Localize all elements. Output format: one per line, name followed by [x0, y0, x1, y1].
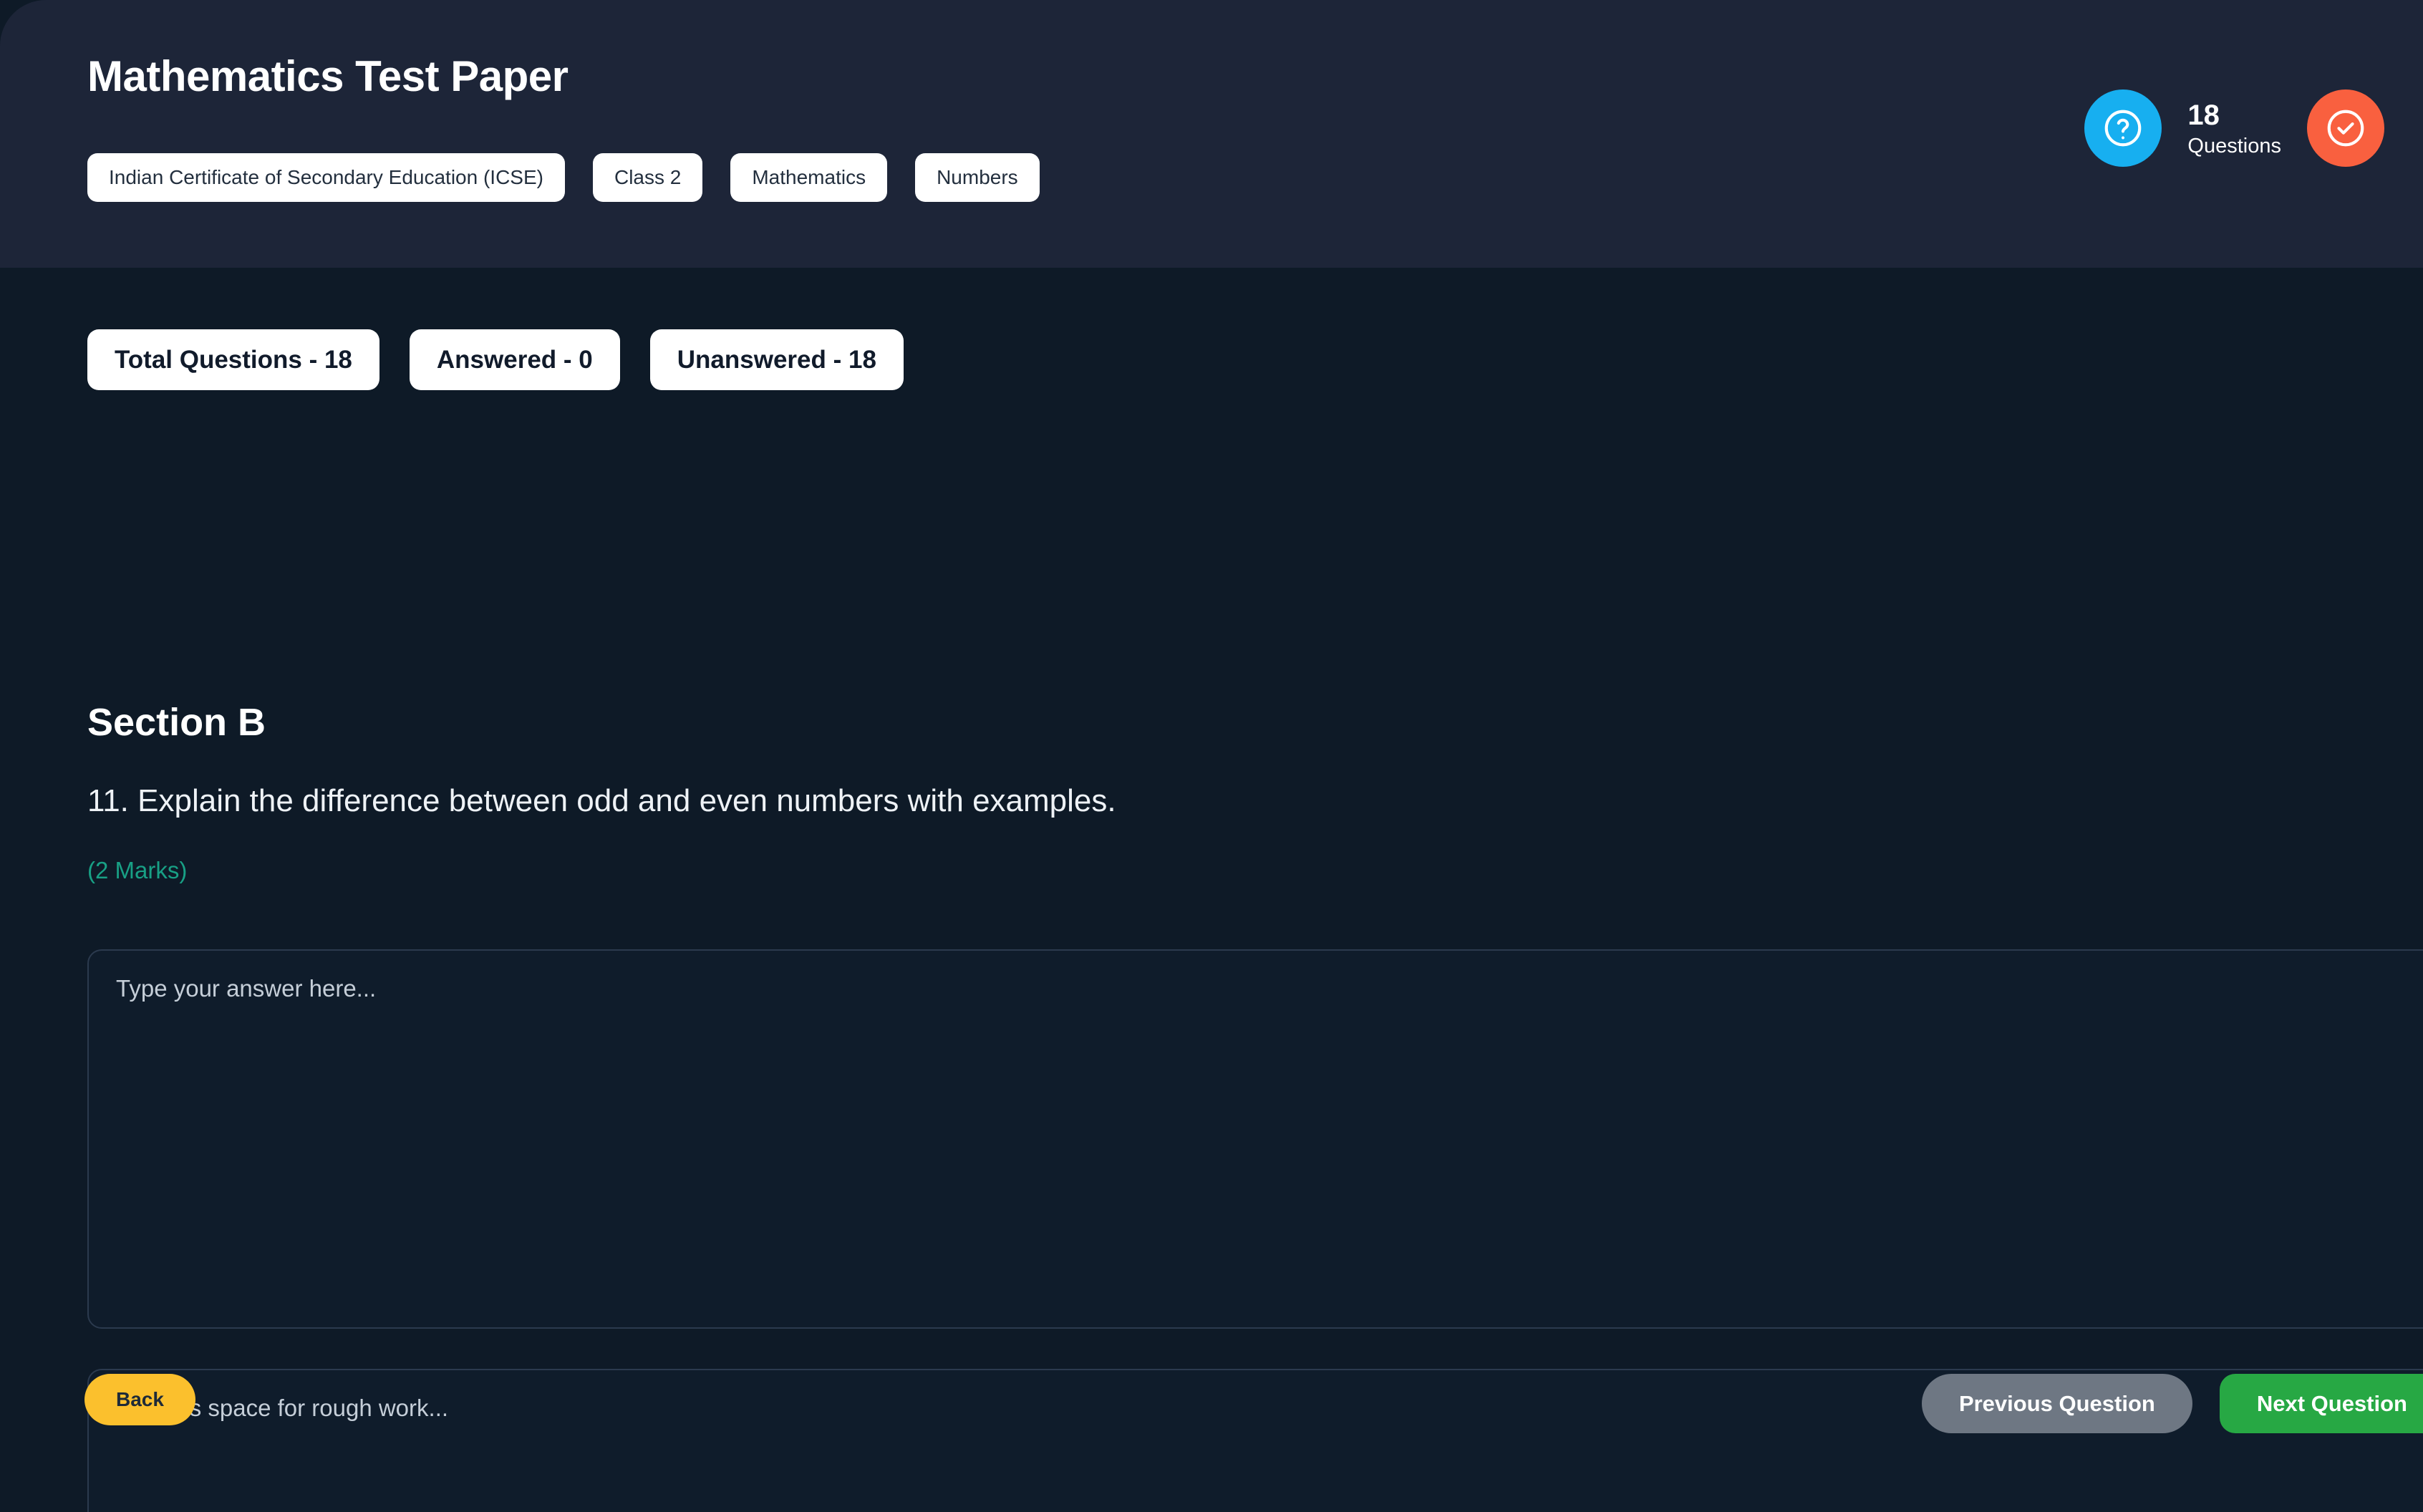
section-title: Section B: [87, 701, 266, 744]
main-content: Total Questions - 18 Answered - 0 Unansw…: [0, 268, 2423, 1512]
next-question-button[interactable]: Next Question: [2219, 1374, 2423, 1433]
answer-textarea-wrapper[interactable]: Type your answer here...: [87, 949, 2423, 1329]
tag-pill-class[interactable]: Class 2: [592, 153, 703, 202]
page-title: Mathematics Test Paper: [87, 52, 569, 100]
question-marks: (2 Marks): [87, 857, 188, 883]
stat-unanswered: Unanswered - 18: [649, 329, 904, 390]
question-count-number: 18: [2187, 99, 2220, 131]
previous-question-button[interactable]: Previous Question: [1921, 1374, 2192, 1433]
answer-textarea-placeholder: Type your answer here...: [116, 975, 377, 1002]
app-header: Mathematics Test Paper Indian Certificat…: [0, 0, 2423, 268]
question-count-block: 18 Questions: [2187, 97, 2281, 159]
stat-total-questions: Total Questions - 18: [87, 329, 379, 390]
check-circle-icon[interactable]: [2307, 89, 2384, 167]
stat-answered: Answered - 0: [409, 329, 620, 390]
question-count-label: Questions: [2187, 134, 2281, 158]
test-paper-app: Mathematics Test Paper Indian Certificat…: [0, 0, 2423, 1512]
back-button[interactable]: Back: [84, 1374, 195, 1425]
tag-pill-topic[interactable]: Numbers: [915, 153, 1040, 202]
header-actions: 18 Questions: [2084, 89, 2384, 167]
question-mark-circle-icon[interactable]: [2084, 89, 2162, 167]
question-nav-buttons: Previous Question Next Question: [1921, 1374, 2423, 1433]
question-text: 11. Explain the difference between odd a…: [87, 783, 1116, 818]
stats-row: Total Questions - 18 Answered - 0 Unansw…: [87, 329, 904, 390]
tag-pill-board[interactable]: Indian Certificate of Secondary Educatio…: [87, 153, 565, 202]
tag-pill-subject[interactable]: Mathematics: [730, 153, 888, 202]
tag-pill-row: Indian Certificate of Secondary Educatio…: [87, 153, 1040, 202]
